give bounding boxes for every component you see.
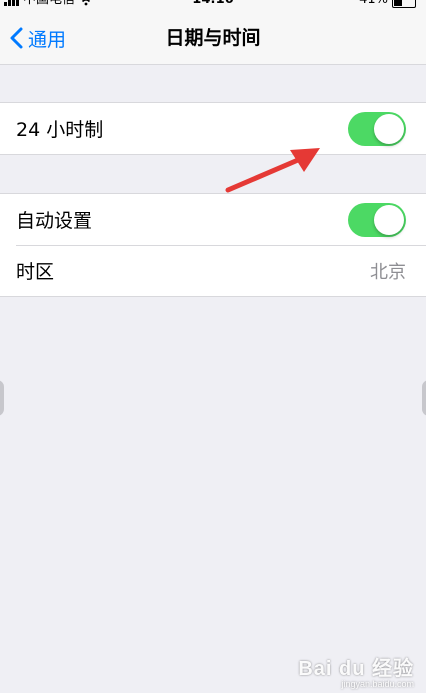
navigation-bar: 通用 日期与时间 — [0, 0, 426, 65]
battery-icon — [392, 0, 416, 8]
page-title: 日期与时间 — [165, 27, 261, 49]
row-time-zone-value: 北京 — [370, 261, 406, 283]
toggle-24-hour-time[interactable] — [348, 111, 406, 146]
toggle-knob — [374, 113, 404, 144]
status-bar: 中国电信 14:16 41% — [0, 0, 426, 8]
toggle-knob — [374, 204, 404, 235]
settings-group-auto: 自动设置 时区 北京 — [0, 193, 426, 297]
battery-percent: 41% — [359, 0, 388, 8]
row-24-hour-time-label: 24 小时制 — [16, 119, 104, 141]
watermark: Bai du 经验 jingyan.baidu.com — [298, 652, 414, 689]
side-edge-left — [0, 380, 4, 416]
row-set-automatically-label: 自动设置 — [16, 210, 93, 232]
annotation-arrow-icon — [225, 148, 320, 193]
side-edge-right — [422, 380, 426, 416]
watermark-logo: Bai du 经验 — [298, 658, 414, 680]
toggle-set-automatically[interactable] — [348, 202, 406, 237]
row-time-zone[interactable]: 时区 北京 — [0, 245, 426, 296]
settings-group-time-format: 24 小时制 — [0, 102, 426, 155]
row-time-zone-label: 时区 — [16, 261, 55, 283]
row-24-hour-time: 24 小时制 — [0, 103, 426, 154]
row-set-automatically: 自动设置 — [0, 194, 426, 245]
